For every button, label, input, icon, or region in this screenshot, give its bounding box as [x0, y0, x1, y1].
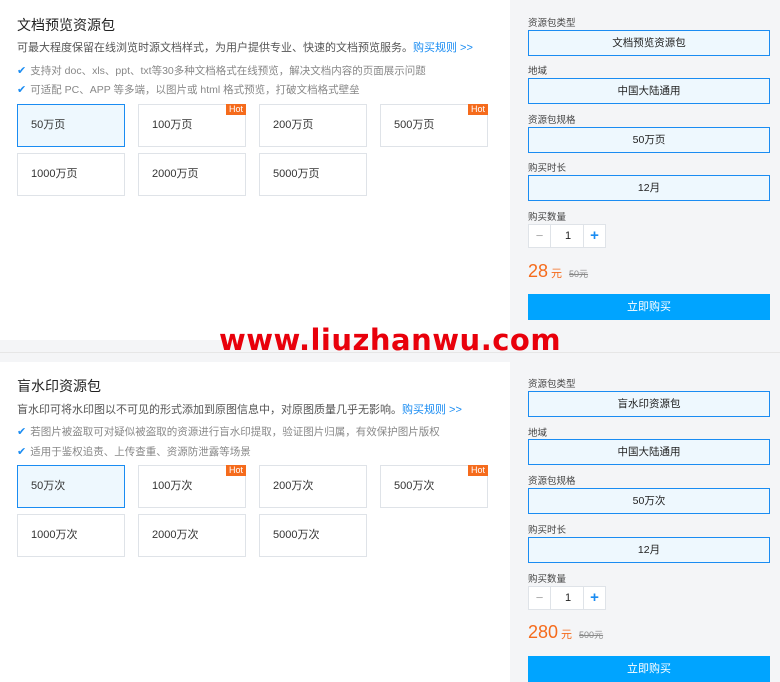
buy-now-button[interactable]: 立即购买 — [528, 656, 770, 682]
quantity-stepper: − 1 + — [528, 224, 606, 248]
hot-badge: Hot — [467, 104, 488, 115]
original-price: 500元 — [579, 630, 604, 640]
section-title: 文档预览资源包 — [17, 17, 115, 33]
quantity-input[interactable]: 1 — [551, 587, 585, 609]
section-title: 盲水印资源包 — [17, 378, 101, 394]
duration-label: 购买时长 — [528, 163, 567, 174]
price-unit: 元 — [551, 268, 563, 280]
original-price: 50元 — [569, 269, 589, 279]
site-watermark: www.liuzhanwu.com — [218, 323, 562, 357]
option-label: 500万次 — [394, 480, 435, 492]
option-label: 50万次 — [31, 480, 66, 492]
option-label: 2000万页 — [152, 168, 199, 180]
feature-text: 可适配 PC、APP 等多端，以图片或 html 格式预览，打破文档格式壁垒 — [30, 84, 360, 96]
spec-select[interactable]: 50万页 — [528, 127, 770, 153]
price-unit: 元 — [561, 629, 573, 641]
option-label: 2000万次 — [152, 529, 199, 541]
option-label: 200万页 — [273, 119, 314, 131]
price-display: 280 元 500元 — [528, 622, 603, 643]
spec-select[interactable]: 50万次 — [528, 488, 770, 514]
option-500w-times[interactable]: 500万次 Hot — [380, 465, 488, 508]
option-50w-pages[interactable]: 50万页 — [17, 104, 125, 147]
check-icon: ✔ — [17, 65, 27, 77]
feature-text: 适用于鉴权追责、上传查重、资源防泄露等场景 — [30, 446, 251, 458]
option-200w-pages[interactable]: 200万页 — [259, 104, 367, 147]
duration-select[interactable]: 12月 — [528, 537, 770, 563]
option-label: 5000万页 — [273, 168, 320, 180]
region-select[interactable]: 中国大陆通用 — [528, 439, 770, 465]
duration-select[interactable]: 12月 — [528, 175, 770, 201]
option-200w-times[interactable]: 200万次 — [259, 465, 367, 508]
description-text: 盲水印可将水印图以不可见的形式添加到原图信息中，对原图质量几乎无影响。 — [17, 404, 402, 416]
type-label: 资源包类型 — [528, 18, 576, 29]
region-label: 地域 — [528, 428, 548, 439]
option-label: 1000万页 — [31, 168, 78, 180]
hot-badge: Hot — [467, 465, 488, 476]
option-5000w-pages[interactable]: 5000万页 — [259, 153, 367, 196]
feature-item: ✔ 支持对 doc、xls、ppt、txt等30多种文档格式在线预览，解决文档内容… — [17, 63, 426, 78]
doc-preview-section: 文档预览资源包 可最大程度保留在线浏览时源文档样式，为用户提供专业、快速的文档预… — [0, 0, 780, 340]
feature-text: 若图片被盗取可对疑似被盗取的资源进行盲水印提取，验证图片归属，有效保护图片版权 — [30, 426, 440, 438]
description-text: 可最大程度保留在线浏览时源文档样式，为用户提供专业、快速的文档预览服务。 — [17, 42, 413, 54]
option-1000w-pages[interactable]: 1000万页 — [17, 153, 125, 196]
purchase-rules-link[interactable]: 购买规则 >> — [402, 404, 462, 416]
quantity-stepper: − 1 + — [528, 586, 606, 610]
blind-watermark-info: 盲水印资源包 盲水印可将水印图以不可见的形式添加到原图信息中，对原图质量几乎无影… — [0, 362, 510, 682]
feature-text: 支持对 doc、xls、ppt、txt等30多种文档格式在线预览，解决文档内容的… — [30, 65, 426, 77]
option-50w-times[interactable]: 50万次 — [17, 465, 125, 508]
type-select[interactable]: 盲水印资源包 — [528, 391, 770, 417]
quantity-label: 购买数量 — [528, 212, 567, 223]
minus-button[interactable]: − — [529, 587, 551, 609]
option-5000w-times[interactable]: 5000万次 — [259, 514, 367, 557]
spec-label: 资源包规格 — [528, 476, 576, 487]
feature-item: ✔ 可适配 PC、APP 等多端，以图片或 html 格式预览，打破文档格式壁垒 — [17, 82, 360, 97]
plus-button[interactable]: + — [583, 587, 605, 609]
feature-item: ✔ 适用于鉴权追责、上传查重、资源防泄露等场景 — [17, 444, 251, 459]
option-label: 5000万次 — [273, 529, 320, 541]
feature-item: ✔ 若图片被盗取可对疑似被盗取的资源进行盲水印提取，验证图片归属，有效保护图片版权 — [17, 424, 440, 439]
duration-label: 购买时长 — [528, 525, 567, 536]
check-icon: ✔ — [17, 84, 27, 96]
option-label: 200万次 — [273, 480, 314, 492]
purchase-rules-link[interactable]: 购买规则 >> — [413, 42, 473, 54]
option-label: 500万页 — [394, 119, 435, 131]
option-100w-times[interactable]: 100万次 Hot — [138, 465, 246, 508]
option-label: 100万页 — [152, 119, 193, 131]
spec-label: 资源包规格 — [528, 115, 576, 126]
option-2000w-pages[interactable]: 2000万页 — [138, 153, 246, 196]
option-label: 1000万次 — [31, 529, 78, 541]
buy-now-button[interactable]: 立即购买 — [528, 294, 770, 320]
price-display: 28 元 50元 — [528, 261, 588, 282]
price-value: 28 — [528, 261, 549, 281]
option-2000w-times[interactable]: 2000万次 — [138, 514, 246, 557]
check-icon: ✔ — [17, 426, 27, 438]
blind-watermark-section: 盲水印资源包 盲水印可将水印图以不可见的形式添加到原图信息中，对原图质量几乎无影… — [0, 362, 780, 682]
hot-badge: Hot — [225, 104, 246, 115]
minus-button[interactable]: − — [529, 225, 551, 247]
type-label: 资源包类型 — [528, 379, 576, 390]
type-select[interactable]: 文档预览资源包 — [528, 30, 770, 56]
region-label: 地域 — [528, 66, 548, 77]
hot-badge: Hot — [225, 465, 246, 476]
check-icon: ✔ — [17, 446, 27, 458]
price-value: 280 — [528, 622, 559, 642]
option-100w-pages[interactable]: 100万页 Hot — [138, 104, 246, 147]
quantity-input[interactable]: 1 — [551, 225, 585, 247]
section-description: 可最大程度保留在线浏览时源文档样式，为用户提供专业、快速的文档预览服务。购买规则… — [17, 39, 473, 55]
option-500w-pages[interactable]: 500万页 Hot — [380, 104, 488, 147]
plus-button[interactable]: + — [583, 225, 605, 247]
region-select[interactable]: 中国大陆通用 — [528, 78, 770, 104]
quantity-label: 购买数量 — [528, 574, 567, 585]
blind-watermark-order-panel: 资源包类型 盲水印资源包 地域 中国大陆通用 资源包规格 50万次 购买时长 1… — [510, 362, 780, 682]
option-label: 50万页 — [31, 119, 66, 131]
section-description: 盲水印可将水印图以不可见的形式添加到原图信息中，对原图质量几乎无影响。购买规则 … — [17, 401, 462, 417]
doc-preview-order-panel: 资源包类型 文档预览资源包 地域 中国大陆通用 资源包规格 50万页 购买时长 … — [510, 0, 780, 340]
option-label: 100万次 — [152, 480, 193, 492]
doc-preview-info: 文档预览资源包 可最大程度保留在线浏览时源文档样式，为用户提供专业、快速的文档预… — [0, 0, 510, 340]
option-1000w-times[interactable]: 1000万次 — [17, 514, 125, 557]
